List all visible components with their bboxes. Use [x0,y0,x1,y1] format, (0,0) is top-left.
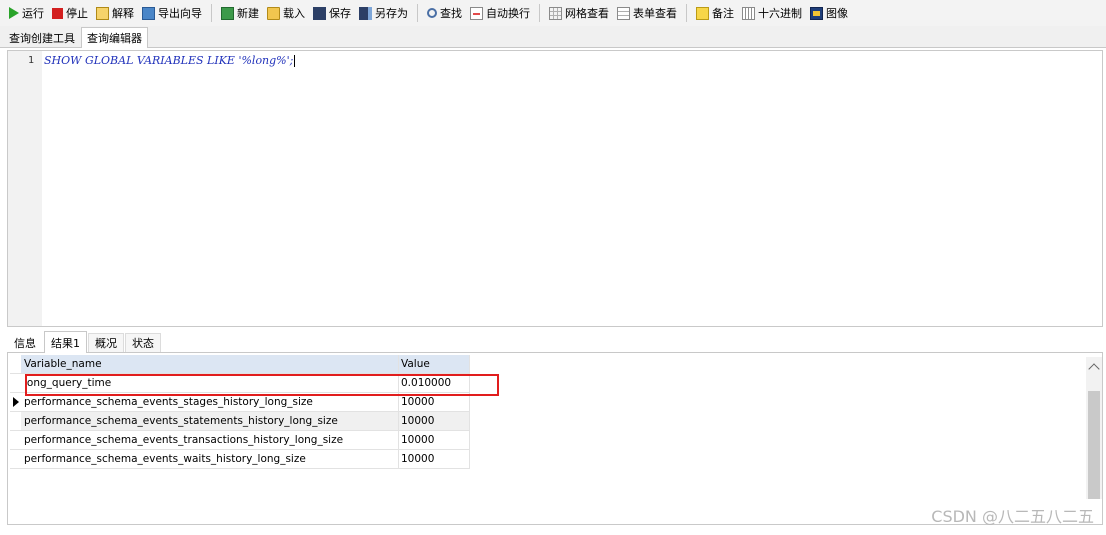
scroll-thumb[interactable] [1088,391,1100,499]
text-caret [294,55,296,67]
table-row[interactable]: performance_schema_events_waits_history_… [10,450,470,469]
grid-view-label: 网格查看 [565,7,609,20]
save-label: 保存 [329,7,351,20]
toolbar-separator [417,4,418,22]
word-wrap-label: 自动换行 [486,7,530,20]
save-icon [313,6,326,20]
new-label: 新建 [237,7,259,20]
grid-view-button[interactable]: 网格查看 [546,2,612,24]
current-row-indicator [10,393,21,411]
save-as-button[interactable]: 另存为 [356,2,411,24]
run-label: 运行 [22,7,44,20]
tab-result1[interactable]: 结果1 [44,331,87,353]
cell-value[interactable]: 10000 [399,450,470,468]
toolbar-separator [539,4,540,22]
hex-label: 十六进制 [758,7,802,20]
row-indicator [10,412,21,430]
line-gutter: 1 [8,51,42,326]
grid-view-icon [549,6,562,20]
image-icon [810,6,823,20]
form-view-label: 表单查看 [633,7,677,20]
tab-info[interactable]: 信息 [7,333,43,352]
tab-query-editor[interactable]: 查询编辑器 [81,27,148,48]
export-wizard-icon [142,6,155,20]
cell-variable-name[interactable]: performance_schema_events_statements_his… [21,412,399,430]
stop-button[interactable]: 停止 [49,2,91,24]
export-wizard-label: 导出向导 [158,7,202,20]
load-icon [267,6,280,20]
word-wrap-button[interactable]: 自动换行 [467,2,533,24]
stop-icon [52,7,63,19]
form-view-icon [617,6,630,20]
result-tabs: 信息 结果1 概况 状态 [7,331,1103,353]
form-view-button[interactable]: 表单查看 [614,2,680,24]
cell-value[interactable]: 10000 [399,431,470,449]
find-icon [427,8,437,18]
word-wrap-icon [470,6,483,20]
find-label: 查找 [440,7,462,20]
vertical-scrollbar[interactable] [1086,357,1102,499]
tab-query-builder[interactable]: 查询创建工具 [3,27,81,47]
column-header-variable-name[interactable]: Variable_name [21,355,399,373]
table-row[interactable]: performance_schema_events_statements_his… [10,412,470,431]
run-button[interactable]: 运行 [4,2,47,24]
tab-profile[interactable]: 概况 [88,333,124,352]
results-grid: Variable_name Value long_query_time 0.01… [10,355,470,469]
note-button[interactable]: 备注 [693,2,737,24]
watermark: CSDN @八二五八二五 [931,507,1094,526]
save-as-label: 另存为 [375,7,408,20]
save-as-icon [359,6,372,20]
column-header-value[interactable]: Value [399,355,470,373]
line-number: 1 [27,55,34,66]
run-icon [9,7,19,19]
row-pointer-icon [12,397,19,407]
scroll-up-icon[interactable] [1088,363,1100,375]
toolbar-separator [211,4,212,22]
row-indicator [10,355,21,373]
cell-value[interactable]: 10000 [399,412,470,430]
note-icon [696,6,709,20]
export-wizard-button[interactable]: 导出向导 [139,2,205,24]
tab-status[interactable]: 状态 [125,333,161,352]
hex-icon [742,6,755,20]
sql-editor[interactable]: 1 SHOW GLOBAL VARIABLES LIKE '%long%'; [7,50,1103,327]
load-label: 载入 [283,7,305,20]
row-indicator [10,374,21,392]
explain-icon [96,6,109,20]
toolbar-separator [686,4,687,22]
sql-statement: SHOW GLOBAL VARIABLES LIKE '%long%'; [44,54,294,67]
row-indicator [10,450,21,468]
hex-button[interactable]: 十六进制 [739,2,805,24]
find-button[interactable]: 查找 [424,2,465,24]
note-label: 备注 [712,7,734,20]
explain-label: 解释 [112,7,134,20]
table-row[interactable]: performance_schema_events_transactions_h… [10,431,470,450]
new-icon [221,6,234,20]
explain-button[interactable]: 解释 [93,2,137,24]
image-button[interactable]: 图像 [807,2,851,24]
grid-header: Variable_name Value [10,355,470,374]
highlight-box [25,374,499,396]
cell-variable-name[interactable]: performance_schema_events_waits_history_… [21,450,399,468]
editor-tabs: 查询创建工具 查询编辑器 [0,26,1106,48]
stop-label: 停止 [66,7,88,20]
image-label: 图像 [826,7,848,20]
load-button[interactable]: 载入 [264,2,308,24]
cell-variable-name[interactable]: performance_schema_events_transactions_h… [21,431,399,449]
toolbar: 运行 停止 解释 导出向导 新建 载入 保存 另存为 查找 自动换行 网格查看 … [0,0,1106,26]
save-button[interactable]: 保存 [310,2,354,24]
code-line[interactable]: SHOW GLOBAL VARIABLES LIKE '%long%'; [44,54,296,67]
new-button[interactable]: 新建 [218,2,262,24]
row-indicator [10,431,21,449]
